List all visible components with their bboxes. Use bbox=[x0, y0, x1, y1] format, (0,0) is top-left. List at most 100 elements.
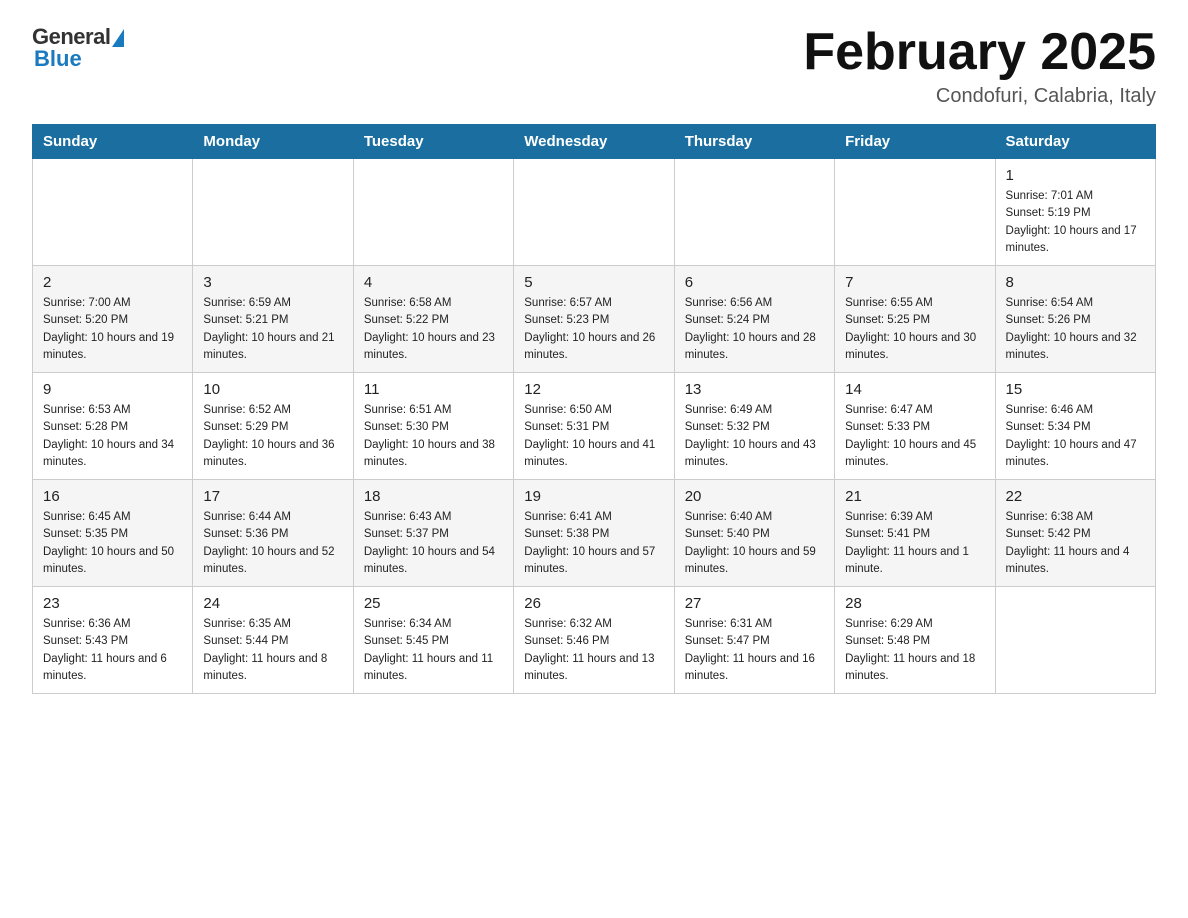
day-number: 19 bbox=[524, 488, 663, 505]
day-info: Sunrise: 6:43 AM Sunset: 5:37 PM Dayligh… bbox=[364, 509, 503, 578]
day-number: 10 bbox=[203, 381, 342, 398]
calendar-cell: 13 Sunrise: 6:49 AM Sunset: 5:32 PM Dayli… bbox=[674, 373, 834, 480]
calendar-cell: 25 Sunrise: 6:34 AM Sunset: 5:45 PM Dayli… bbox=[353, 587, 513, 694]
day-info: Sunrise: 6:34 AM Sunset: 5:45 PM Dayligh… bbox=[364, 616, 503, 685]
day-info: Sunrise: 6:57 AM Sunset: 5:23 PM Dayligh… bbox=[524, 295, 663, 364]
calendar-cell bbox=[995, 587, 1155, 694]
day-number: 18 bbox=[364, 488, 503, 505]
day-header-tuesday: Tuesday bbox=[353, 125, 513, 159]
day-info: Sunrise: 6:44 AM Sunset: 5:36 PM Dayligh… bbox=[203, 509, 342, 578]
day-number: 3 bbox=[203, 274, 342, 291]
page-header: General Blue February 2025 Condofuri, Ca… bbox=[32, 24, 1156, 108]
day-info: Sunrise: 6:41 AM Sunset: 5:38 PM Dayligh… bbox=[524, 509, 663, 578]
week-row-2: 2Sunrise: 7:00 AM Sunset: 5:20 PM Daylig… bbox=[33, 266, 1156, 373]
day-number: 27 bbox=[685, 595, 824, 612]
day-info: Sunrise: 6:52 AM Sunset: 5:29 PM Dayligh… bbox=[203, 402, 342, 471]
calendar-table: SundayMondayTuesdayWednesdayThursdayFrid… bbox=[32, 124, 1156, 694]
week-row-3: 9 Sunrise: 6:53 AM Sunset: 5:28 PM Daylig… bbox=[33, 373, 1156, 480]
day-header-friday: Friday bbox=[835, 125, 995, 159]
calendar-cell: 27 Sunrise: 6:31 AM Sunset: 5:47 PM Dayli… bbox=[674, 587, 834, 694]
day-number: 28 bbox=[845, 595, 984, 612]
day-info: Sunrise: 6:39 AM Sunset: 5:41 PM Dayligh… bbox=[845, 509, 984, 578]
day-number: 26 bbox=[524, 595, 663, 612]
day-number: 11 bbox=[364, 381, 503, 398]
calendar-cell: 4 Sunrise: 6:58 AM Sunset: 5:22 PM Daylig… bbox=[353, 266, 513, 373]
calendar-cell bbox=[193, 159, 353, 266]
day-info: Sunrise: 6:49 AM Sunset: 5:32 PM Dayligh… bbox=[685, 402, 824, 471]
calendar-cell: 7Sunrise: 6:55 AM Sunset: 5:25 PM Daylig… bbox=[835, 266, 995, 373]
calendar-cell: 14 Sunrise: 6:47 AM Sunset: 5:33 PM Dayli… bbox=[835, 373, 995, 480]
day-info: Sunrise: 6:54 AM Sunset: 5:26 PM Dayligh… bbox=[1006, 295, 1145, 364]
day-info: Sunrise: 6:53 AM Sunset: 5:28 PM Dayligh… bbox=[43, 402, 182, 471]
day-header-sunday: Sunday bbox=[33, 125, 193, 159]
calendar-cell: 12 Sunrise: 6:50 AM Sunset: 5:31 PM Dayli… bbox=[514, 373, 674, 480]
calendar-cell: 15 Sunrise: 6:46 AM Sunset: 5:34 PM Dayli… bbox=[995, 373, 1155, 480]
day-number: 21 bbox=[845, 488, 984, 505]
day-header-wednesday: Wednesday bbox=[514, 125, 674, 159]
day-header-monday: Monday bbox=[193, 125, 353, 159]
day-number: 4 bbox=[364, 274, 503, 291]
day-number: 22 bbox=[1006, 488, 1145, 505]
day-info: Sunrise: 6:45 AM Sunset: 5:35 PM Dayligh… bbox=[43, 509, 182, 578]
day-number: 16 bbox=[43, 488, 182, 505]
day-info: Sunrise: 6:29 AM Sunset: 5:48 PM Dayligh… bbox=[845, 616, 984, 685]
calendar-cell: 23 Sunrise: 6:36 AM Sunset: 5:43 PM Dayli… bbox=[33, 587, 193, 694]
day-number: 15 bbox=[1006, 381, 1145, 398]
calendar-cell: 11Sunrise: 6:51 AM Sunset: 5:30 PM Dayli… bbox=[353, 373, 513, 480]
day-number: 13 bbox=[685, 381, 824, 398]
logo-blue-text: Blue bbox=[34, 46, 82, 72]
day-number: 23 bbox=[43, 595, 182, 612]
day-info: Sunrise: 6:38 AM Sunset: 5:42 PM Dayligh… bbox=[1006, 509, 1145, 578]
calendar-cell: 10 Sunrise: 6:52 AM Sunset: 5:29 PM Dayli… bbox=[193, 373, 353, 480]
calendar-subtitle: Condofuri, Calabria, Italy bbox=[803, 85, 1156, 108]
day-info: Sunrise: 6:56 AM Sunset: 5:24 PM Dayligh… bbox=[685, 295, 824, 364]
day-info: Sunrise: 6:47 AM Sunset: 5:33 PM Dayligh… bbox=[845, 402, 984, 471]
calendar-cell: 19 Sunrise: 6:41 AM Sunset: 5:38 PM Dayli… bbox=[514, 480, 674, 587]
day-info: Sunrise: 6:32 AM Sunset: 5:46 PM Dayligh… bbox=[524, 616, 663, 685]
week-row-1: 1Sunrise: 7:01 AM Sunset: 5:19 PM Daylig… bbox=[33, 159, 1156, 266]
day-number: 2 bbox=[43, 274, 182, 291]
day-info: Sunrise: 6:59 AM Sunset: 5:21 PM Dayligh… bbox=[203, 295, 342, 364]
day-number: 25 bbox=[364, 595, 503, 612]
calendar-cell: 9 Sunrise: 6:53 AM Sunset: 5:28 PM Daylig… bbox=[33, 373, 193, 480]
day-number: 9 bbox=[43, 381, 182, 398]
calendar-cell: 18 Sunrise: 6:43 AM Sunset: 5:37 PM Dayli… bbox=[353, 480, 513, 587]
day-number: 12 bbox=[524, 381, 663, 398]
week-row-5: 23 Sunrise: 6:36 AM Sunset: 5:43 PM Dayli… bbox=[33, 587, 1156, 694]
day-header-saturday: Saturday bbox=[995, 125, 1155, 159]
calendar-cell bbox=[33, 159, 193, 266]
calendar-cell: 3 Sunrise: 6:59 AM Sunset: 5:21 PM Daylig… bbox=[193, 266, 353, 373]
logo-triangle-icon bbox=[112, 29, 124, 47]
day-number: 5 bbox=[524, 274, 663, 291]
calendar-cell: 16 Sunrise: 6:45 AM Sunset: 5:35 PM Dayli… bbox=[33, 480, 193, 587]
day-number: 6 bbox=[685, 274, 824, 291]
day-number: 14 bbox=[845, 381, 984, 398]
calendar-cell: 17 Sunrise: 6:44 AM Sunset: 5:36 PM Dayli… bbox=[193, 480, 353, 587]
calendar-cell: 26 Sunrise: 6:32 AM Sunset: 5:46 PM Dayli… bbox=[514, 587, 674, 694]
calendar-cell: 1Sunrise: 7:01 AM Sunset: 5:19 PM Daylig… bbox=[995, 159, 1155, 266]
calendar-cell: 8 Sunrise: 6:54 AM Sunset: 5:26 PM Daylig… bbox=[995, 266, 1155, 373]
day-number: 7 bbox=[845, 274, 984, 291]
calendar-cell: 6 Sunrise: 6:56 AM Sunset: 5:24 PM Daylig… bbox=[674, 266, 834, 373]
day-info: Sunrise: 6:36 AM Sunset: 5:43 PM Dayligh… bbox=[43, 616, 182, 685]
calendar-cell bbox=[514, 159, 674, 266]
calendar-cell bbox=[835, 159, 995, 266]
day-info: Sunrise: 6:31 AM Sunset: 5:47 PM Dayligh… bbox=[685, 616, 824, 685]
calendar-cell: 28 Sunrise: 6:29 AM Sunset: 5:48 PM Dayli… bbox=[835, 587, 995, 694]
day-number: 8 bbox=[1006, 274, 1145, 291]
day-info: Sunrise: 6:50 AM Sunset: 5:31 PM Dayligh… bbox=[524, 402, 663, 471]
day-number: 24 bbox=[203, 595, 342, 612]
calendar-cell: 24Sunrise: 6:35 AM Sunset: 5:44 PM Dayli… bbox=[193, 587, 353, 694]
calendar-cell bbox=[674, 159, 834, 266]
day-info: Sunrise: 6:40 AM Sunset: 5:40 PM Dayligh… bbox=[685, 509, 824, 578]
day-info: Sunrise: 6:46 AM Sunset: 5:34 PM Dayligh… bbox=[1006, 402, 1145, 471]
calendar-cell: 21 Sunrise: 6:39 AM Sunset: 5:41 PM Dayli… bbox=[835, 480, 995, 587]
day-number: 20 bbox=[685, 488, 824, 505]
calendar-cell: 5 Sunrise: 6:57 AM Sunset: 5:23 PM Daylig… bbox=[514, 266, 674, 373]
logo: General Blue bbox=[32, 24, 124, 72]
day-number: 17 bbox=[203, 488, 342, 505]
week-row-4: 16 Sunrise: 6:45 AM Sunset: 5:35 PM Dayli… bbox=[33, 480, 1156, 587]
calendar-header-row: SundayMondayTuesdayWednesdayThursdayFrid… bbox=[33, 125, 1156, 159]
calendar-title: February 2025 bbox=[803, 24, 1156, 81]
day-info: Sunrise: 6:58 AM Sunset: 5:22 PM Dayligh… bbox=[364, 295, 503, 364]
